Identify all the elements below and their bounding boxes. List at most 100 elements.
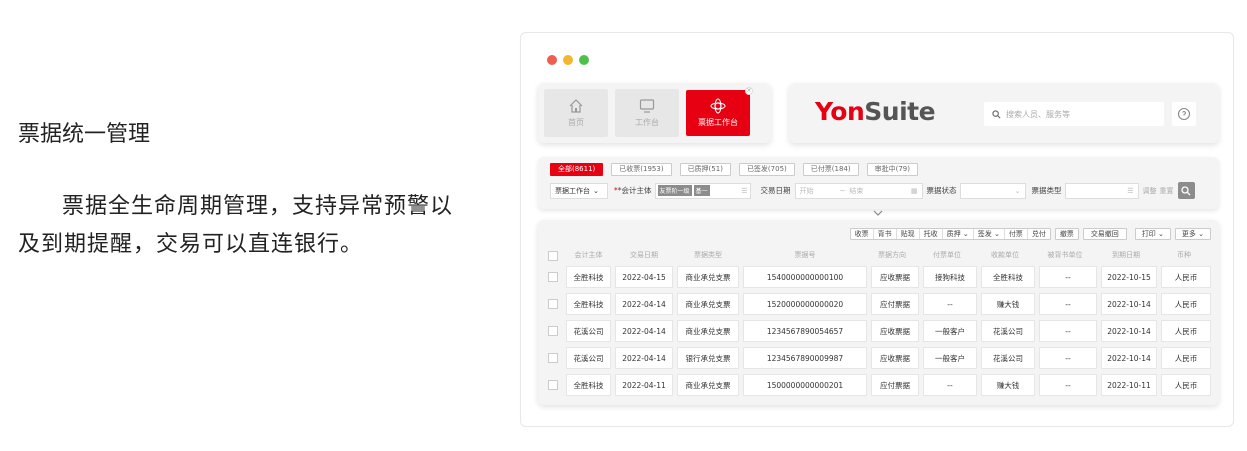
row-checkbox[interactable] xyxy=(548,326,558,336)
cell-currency: 人民币 xyxy=(1161,374,1211,396)
print-group: 打印 ⌄ xyxy=(1134,228,1171,240)
column-header: 票据类型 xyxy=(694,251,722,259)
withdraw-button[interactable]: 撤票 xyxy=(1056,229,1078,239)
cell-type: 商业承兑支票 xyxy=(677,374,739,396)
row-checkbox[interactable] xyxy=(548,299,558,309)
tab-received[interactable]: 已收票(1953) xyxy=(611,163,672,176)
filter-search-button[interactable] xyxy=(1177,182,1195,199)
help-button[interactable] xyxy=(1172,102,1196,126)
table-row[interactable]: 花溪公司 2022-04-14 商业承兑支票 1234567890054657 … xyxy=(538,320,1219,342)
print-button[interactable]: 打印 ⌄ xyxy=(1136,229,1170,239)
section-title: 票据统一管理 xyxy=(18,122,151,147)
column-header: 票据方向 xyxy=(878,251,906,259)
chevron-down-icon: ⌄ xyxy=(1014,186,1021,195)
cell-direction: 应付票据 xyxy=(871,293,919,315)
cell-payee: 赚大钱 xyxy=(981,374,1035,396)
redeem-button[interactable]: 兑付 xyxy=(1028,229,1050,239)
column-header: 票据号 xyxy=(794,251,816,259)
filter-row: 票据工作台 ⌄ * *会计主体 友票阶一级 基一 ☰ 交易日期 开始 ~ 结束 ▦… xyxy=(550,182,1195,199)
type-select[interactable]: ☰ xyxy=(1064,182,1139,199)
cell-payer: -- xyxy=(923,374,977,396)
issue-button[interactable]: 签发 ⌄ xyxy=(974,229,1005,239)
date-label: 交易日期 xyxy=(760,186,791,195)
table-row[interactable]: 花溪公司 2022-04-14 银行承兑支票 1234567890009987 … xyxy=(538,347,1219,369)
tab-pledged[interactable]: 已质押(51) xyxy=(679,163,731,176)
tab-in-approval[interactable]: 审批中(79) xyxy=(866,163,918,176)
header-panel: YonSuite 搜索人员、服务等 xyxy=(789,83,1219,143)
close-dot[interactable] xyxy=(547,55,557,65)
status-select[interactable]: ⌄ xyxy=(959,182,1026,199)
adjust-button[interactable]: 调整 xyxy=(1143,186,1157,196)
date-range-input[interactable]: 开始 ~ 结束 ▦ xyxy=(794,182,923,199)
cell-due-date: 2022-10-14 xyxy=(1101,293,1157,315)
cell-direction: 应收票据 xyxy=(871,266,919,288)
tab-all[interactable]: 全部(8611) xyxy=(550,163,604,176)
pledge-button[interactable]: 质押 ⌄ xyxy=(943,229,974,239)
status-tabs: 全部(8611) 已收票(1953) 已质押(51) 已签发(705) 已付票(… xyxy=(550,163,918,176)
search-icon xyxy=(1181,185,1191,195)
monitor-icon xyxy=(639,99,655,113)
table-row[interactable]: 全胜科技 2022-04-15 商业承兑支票 1540000000000100 … xyxy=(538,266,1219,288)
receive-button[interactable]: 收票 xyxy=(851,229,874,239)
cell-due-date: 2022-10-14 xyxy=(1101,320,1157,342)
cell-direction: 应付票据 xyxy=(871,374,919,396)
endorse-button[interactable]: 背书 xyxy=(874,229,897,239)
select-all-checkbox[interactable] xyxy=(548,251,558,261)
app-window: 首页 工作台 × 票据工作台 YonSuite 搜索人员、服务等 全部(8611… xyxy=(520,32,1234,427)
row-checkbox[interactable] xyxy=(548,272,558,282)
pay-button[interactable]: 付票 xyxy=(1005,229,1028,239)
cell-type: 商业承兑支票 xyxy=(677,293,739,315)
cell-currency: 人民币 xyxy=(1161,293,1211,315)
entity-select[interactable]: 友票阶一级 基一 ☰ xyxy=(654,182,751,199)
table-row[interactable]: 全胜科技 2022-04-14 商业承兑支票 1520000000000020 … xyxy=(538,293,1219,315)
entity-chip: 友票阶一级 xyxy=(657,185,692,196)
yonsuite-logo: YonSuite xyxy=(815,97,936,126)
cell-type: 商业承兑支票 xyxy=(677,320,739,342)
status-label: 票据状态 xyxy=(926,186,957,195)
cell-endorsee: -- xyxy=(1039,293,1097,315)
maximize-dot[interactable] xyxy=(579,55,589,65)
cell-type: 商业承兑支票 xyxy=(677,266,739,288)
row-checkbox[interactable] xyxy=(548,353,558,363)
trade-revoke-button[interactable]: 交易撤回 xyxy=(1084,229,1126,239)
column-header: 收款单位 xyxy=(991,251,1019,259)
reset-button[interactable]: 重置 xyxy=(1160,186,1174,196)
cell-due-date: 2022-10-15 xyxy=(1101,266,1157,288)
more-group: 更多 ⌄ xyxy=(1174,228,1211,240)
cell-date: 2022-04-15 xyxy=(615,266,673,288)
nav-item-workbench[interactable]: 工作台 xyxy=(615,89,679,137)
nav-item-home[interactable]: 首页 xyxy=(544,89,608,137)
tab-paid[interactable]: 已付票(184) xyxy=(802,163,859,176)
help-icon xyxy=(1177,107,1191,121)
nav-item-bill-workbench[interactable]: × 票据工作台 xyxy=(686,87,753,136)
filter-panel: 全部(8611) 已收票(1953) 已质押(51) 已签发(705) 已付票(… xyxy=(538,157,1219,209)
entity-chip: 基一 xyxy=(693,185,710,196)
tab-issued[interactable]: 已签发(705) xyxy=(738,163,795,176)
row-checkbox[interactable] xyxy=(548,380,558,390)
cell-date: 2022-04-14 xyxy=(615,347,673,369)
table-row[interactable]: 全胜科技 2022-04-11 商业承兑支票 1500000000000201 … xyxy=(538,374,1219,396)
search-input[interactable]: 搜索人员、服务等 xyxy=(984,102,1164,126)
more-button[interactable]: 更多 ⌄ xyxy=(1176,229,1210,239)
cell-endorsee: -- xyxy=(1039,320,1097,342)
minimize-dot[interactable] xyxy=(563,55,573,65)
cell-entity: 全胜科技 xyxy=(566,374,611,396)
workbench-select[interactable]: 票据工作台 ⌄ xyxy=(550,182,608,199)
collection-button[interactable]: 托收 xyxy=(920,229,943,239)
cell-entity: 全胜科技 xyxy=(566,266,611,288)
cell-date: 2022-04-11 xyxy=(615,374,673,396)
cell-entity: 全胜科技 xyxy=(566,293,611,315)
cell-direction: 应收票据 xyxy=(871,347,919,369)
cell-payer: 接狗科技 xyxy=(923,266,977,288)
cell-bill-no: 1520000000000020 xyxy=(743,293,867,315)
cell-currency: 人民币 xyxy=(1161,320,1211,342)
cell-direction: 应收票据 xyxy=(871,320,919,342)
cell-payee: 花溪公司 xyxy=(981,347,1035,369)
close-icon[interactable]: × xyxy=(745,87,753,95)
cell-payer: 一般客户 xyxy=(923,347,977,369)
expand-chevron-icon[interactable] xyxy=(873,210,883,216)
cell-endorsee: -- xyxy=(1039,374,1097,396)
cell-due-date: 2022-10-11 xyxy=(1101,374,1157,396)
list-icon: ☰ xyxy=(1127,186,1134,195)
discount-button[interactable]: 贴现 xyxy=(897,229,920,239)
